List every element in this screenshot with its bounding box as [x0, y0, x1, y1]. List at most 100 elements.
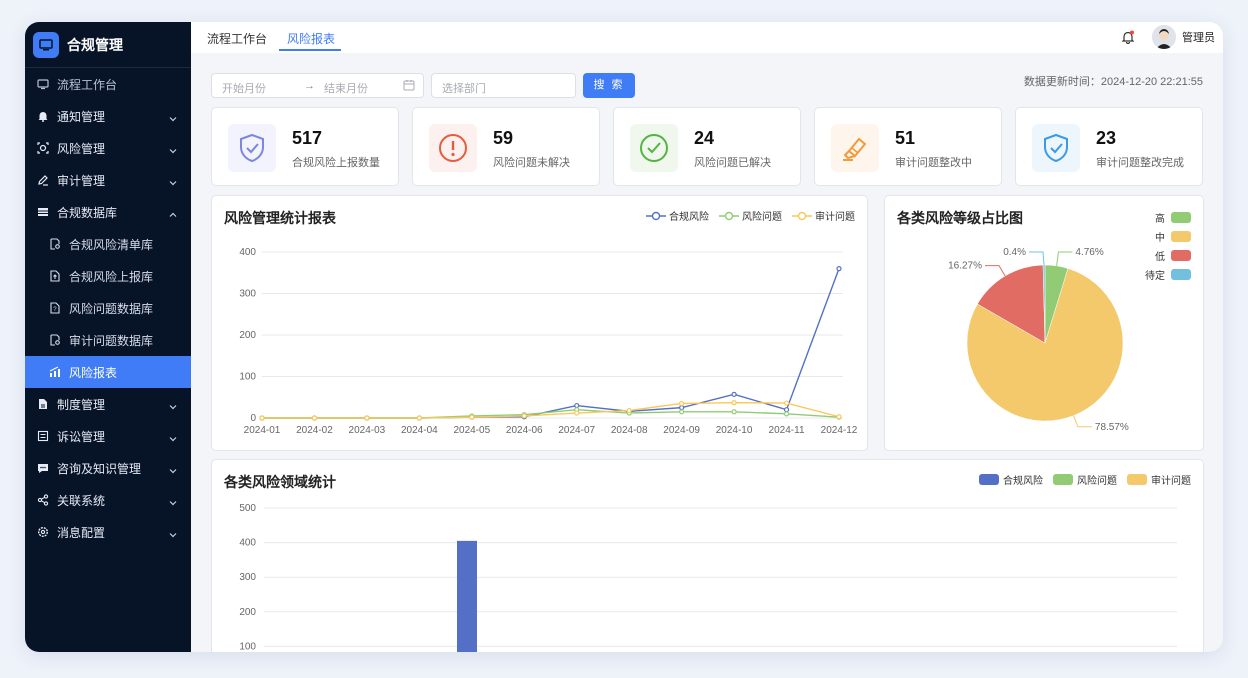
gear-icon	[37, 526, 49, 538]
monitor-icon	[33, 31, 59, 58]
label-leader	[1029, 251, 1045, 266]
stat-label: 审计问题整改完成	[1096, 157, 1184, 169]
pen-icon	[37, 174, 49, 186]
chevron-down-icon	[169, 527, 177, 541]
data-point	[679, 405, 685, 411]
data-point	[731, 400, 737, 406]
stat-label: 审计问题整改中	[895, 157, 972, 169]
user-name: 管理员	[1182, 32, 1215, 44]
series-line	[262, 268, 840, 419]
data-point	[416, 415, 422, 421]
sidebar-item-label: 诉讼管理	[57, 429, 106, 444]
sidebar-item-label: 制度管理	[57, 397, 106, 412]
data-point	[731, 391, 737, 397]
sidebar-nav: 流程工作台通知管理风险管理审计管理合规数据库合规风险清单库合规风险上报库? 风险问…	[25, 68, 191, 548]
chevron-down-icon	[169, 399, 177, 413]
sidebar-item[interactable]: 流程工作台	[25, 68, 191, 100]
slice-label: 78.57%	[1095, 422, 1129, 433]
pie-chart-panel: 各类风险等级占比图 高中低待定 4.76% 78.57% 16.27% 0.4%	[884, 195, 1204, 451]
data-point	[783, 411, 790, 417]
tab-risk-report[interactable]: 风险报表	[287, 30, 335, 47]
slice-label: 4.76%	[1075, 247, 1103, 258]
doc-search-icon	[49, 238, 61, 250]
chevron-down-icon	[169, 463, 177, 477]
sidebar: 合规管理 流程工作台 通知管理 风险管理 审计管理 合规数据库 合规风险清单库 合规风险上报…	[25, 22, 191, 652]
shield-check-icon	[228, 124, 276, 172]
sidebar-item[interactable]: 审计管理	[25, 164, 191, 196]
x-tick-label: 2024-07	[558, 425, 595, 436]
bar-chart-panel: 各类风险领域统计 合规风险 风险问题 审计问题 100 200 300 400 500	[211, 459, 1204, 652]
start-month-input[interactable]: 开始月份	[222, 80, 266, 96]
y-tick-label: 300	[239, 289, 256, 300]
chevron-down-icon	[169, 175, 177, 189]
file-icon	[37, 398, 49, 410]
stat-card-risk-unresolved: 59 风险问题未解决	[412, 107, 600, 186]
top-tabs-bar: 流程工作台 风险报表 管理员	[191, 22, 1223, 53]
x-tick-label: 2024-05	[453, 425, 490, 436]
slice-label: 0.4%	[1003, 247, 1026, 258]
sidebar-item[interactable]: 咨询及知识管理	[25, 452, 191, 484]
user-menu[interactable]: 管理员	[1152, 25, 1215, 49]
department-select[interactable]: 选择部门	[431, 73, 576, 98]
tab-workbench[interactable]: 流程工作台	[207, 30, 267, 47]
sidebar-item[interactable]: ? 风险问题数据库	[25, 292, 191, 324]
x-tick-label: 2024-09	[663, 425, 700, 436]
x-tick-label: 2024-01	[244, 425, 281, 436]
chevron-down-icon	[169, 143, 177, 157]
data-point	[311, 415, 318, 421]
sidebar-item[interactable]: 风险管理	[25, 132, 191, 164]
stat-card-compliance-reports: 517 合规风险上报数量	[211, 107, 399, 186]
share-icon	[37, 494, 49, 506]
check-circle-icon	[630, 124, 678, 172]
message-icon	[37, 462, 49, 474]
end-month-input[interactable]: 结束月份	[324, 80, 368, 96]
stat-card-risk-resolved: 24 风险问题已解决	[613, 107, 801, 186]
chevron-down-icon	[169, 431, 177, 445]
main-content: 开始月份 → 结束月份 选择部门 搜 索 数据更新时间：2024-12-20 2…	[191, 53, 1223, 652]
avatar	[1152, 25, 1176, 49]
doc-search-icon	[49, 334, 61, 346]
sidebar-item-label: 审计管理	[57, 173, 106, 188]
data-update-time: 数据更新时间：2024-12-20 22:21:55	[1023, 76, 1203, 88]
sidebar-item[interactable]: 风险报表	[25, 356, 191, 388]
sidebar-item[interactable]: 消息配置	[25, 516, 191, 548]
list-icon	[37, 430, 49, 442]
stat-label: 风险问题已解决	[694, 157, 771, 169]
sidebar-item[interactable]: 合规风险清单库	[25, 228, 191, 260]
y-tick-label: 200	[239, 607, 256, 618]
sidebar-item-label: 通知管理	[57, 109, 106, 124]
data-point	[679, 409, 685, 415]
y-tick-label: 300	[239, 572, 256, 583]
doc-question-icon: ?	[49, 302, 61, 314]
sidebar-item[interactable]: 合规风险上报库	[25, 260, 191, 292]
x-tick-label: 2024-08	[611, 425, 648, 436]
x-tick-label: 2024-10	[716, 425, 753, 436]
y-tick-label: 100	[239, 641, 256, 652]
x-tick-label: 2024-03	[349, 425, 386, 436]
data-point	[836, 414, 842, 420]
x-tick-label: 2024-11	[769, 425, 805, 436]
sidebar-item[interactable]: 合规数据库	[25, 196, 191, 228]
sidebar-item[interactable]: 制度管理	[25, 388, 191, 420]
calendar-icon[interactable]	[403, 79, 415, 94]
bell-icon[interactable]	[1121, 30, 1135, 49]
doc-upload-icon	[49, 270, 61, 282]
sidebar-item-label: 合规风险清单库	[69, 237, 154, 252]
range-separator: →	[304, 80, 315, 92]
database-icon	[37, 206, 49, 218]
stat-value: 24	[694, 128, 715, 148]
pie-chart: 4.76% 78.57% 16.27% 0.4%	[948, 247, 1129, 433]
x-tick-label: 2024-12	[821, 425, 858, 436]
chevron-up-icon	[169, 207, 177, 221]
stat-label: 风险问题未解决	[493, 157, 570, 169]
data-point	[574, 402, 580, 409]
chevron-down-icon	[169, 111, 177, 125]
sidebar-item[interactable]: 审计问题数据库	[25, 324, 191, 356]
alert-circle-icon	[429, 124, 477, 172]
sidebar-item[interactable]: 关联系统	[25, 484, 191, 516]
sidebar-item[interactable]: 通知管理	[25, 100, 191, 132]
month-range-picker[interactable]: 开始月份 → 结束月份	[211, 73, 424, 98]
search-button[interactable]: 搜 索	[583, 73, 635, 98]
sidebar-item[interactable]: 诉讼管理	[25, 420, 191, 452]
y-tick-label: 400	[239, 247, 256, 258]
